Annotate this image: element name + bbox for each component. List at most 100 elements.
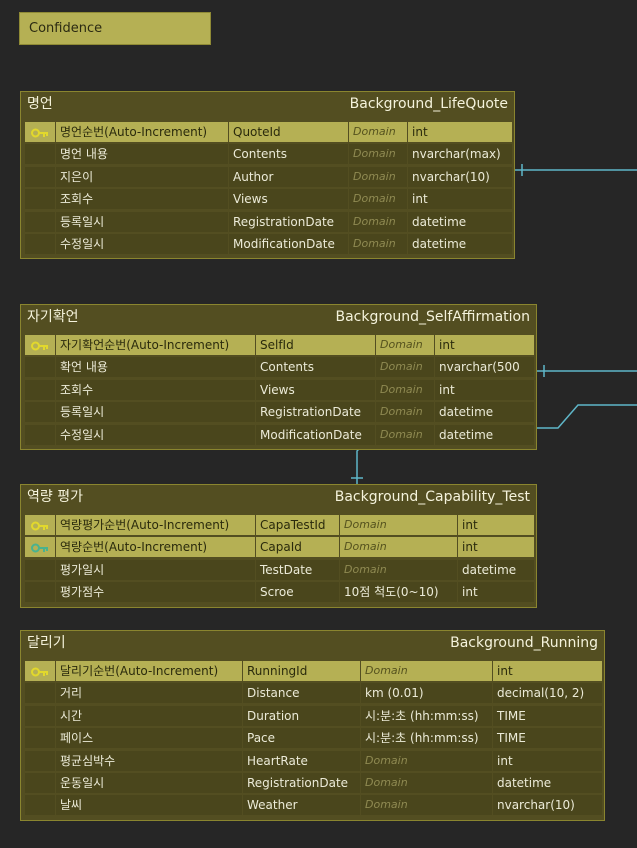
key-cell [25,750,55,771]
attribute-logical-name: 시간 [56,705,242,726]
attribute-row[interactable]: 조회수 Views Domain int [25,379,534,401]
attribute-domain: Domain [361,661,492,681]
attribute-row[interactable]: 등록일시 RegistrationDate Domain datetime [25,211,512,233]
attribute-row[interactable]: 운동일시 RegistrationDate Domain datetime [25,772,602,794]
attribute-row[interactable]: 날씨 Weather Domain nvarchar(10) [25,794,602,816]
foreign-key-cell [25,537,55,558]
attribute-domain: Domain [349,122,407,142]
attribute-logical-name: 역량순번(Auto-Increment) [56,537,255,558]
entity-table-name: Background_SelfAffirmation [335,309,531,325]
attribute-list: 달리기순번(Auto-Increment) RunningId Domain i… [25,660,602,817]
attribute-physical-name: HeartRate [243,750,360,771]
attribute-physical-name: Views [256,379,375,400]
attribute-logical-name: 수정일시 [56,233,228,254]
attribute-type: datetime [435,402,534,423]
attribute-row[interactable]: 거리 Distance km (0.01) decimal(10, 2) [25,682,602,704]
entity-running[interactable]: 달리기 Background_Running 달리기순번(Auto-Increm… [20,630,605,821]
attribute-row[interactable]: 역량평가순번(Auto-Increment) CapaTestId Domain… [25,514,534,536]
attribute-logical-name: 등록일시 [56,211,228,232]
key-cell [25,357,55,378]
entity-header: 달리기 Background_Running [21,631,604,655]
attribute-physical-name: Author [229,166,348,187]
key-cell [25,582,55,603]
entity-lifequote[interactable]: 명언 Background_LifeQuote 명언순번(Auto-Increm… [20,91,515,259]
key-icon [31,667,48,676]
attribute-physical-name: RegistrationDate [256,402,375,423]
attribute-domain: Domain [376,402,434,423]
key-cell [25,728,55,749]
attribute-list: 자기확언순번(Auto-Increment) SelfId Domain int… [25,334,534,446]
attribute-domain: Domain [340,559,457,580]
attribute-row[interactable]: 시간 Duration 시:분:초 (hh:mm:ss) TIME [25,705,602,727]
attribute-domain: Domain [376,379,434,400]
attribute-row[interactable]: 역량순번(Auto-Increment) CapaId Domain int [25,536,534,558]
attribute-type: datetime [435,424,534,445]
attribute-physical-name: Contents [229,144,348,165]
attribute-row[interactable]: 페이스 Pace 시:분:초 (hh:mm:ss) TIME [25,727,602,749]
key-cell [25,211,55,232]
attribute-row[interactable]: 평가점수 Scroe 10점 척도(0~10) int [25,581,534,603]
attribute-logical-name: 명언 내용 [56,144,228,165]
attribute-row[interactable]: 자기확언순번(Auto-Increment) SelfId Domain int [25,334,534,356]
attribute-domain: Domain [349,211,407,232]
attribute-type: int [435,379,534,400]
attribute-row[interactable]: 달리기순번(Auto-Increment) RunningId Domain i… [25,660,602,682]
attribute-type: nvarchar(10) [408,166,512,187]
attribute-row[interactable]: 명언순번(Auto-Increment) QuoteId Domain int [25,121,512,143]
attribute-logical-name: 조회수 [56,379,255,400]
attribute-type: datetime [458,559,534,580]
attribute-type: int [458,515,534,535]
attribute-row[interactable]: 조회수 Views Domain int [25,188,512,210]
attribute-row[interactable]: 등록일시 RegistrationDate Domain datetime [25,401,534,423]
attribute-physical-name: QuoteId [229,122,348,142]
key-cell [25,559,55,580]
attribute-logical-name: 평가일시 [56,559,255,580]
attribute-physical-name: RegistrationDate [243,772,360,793]
attribute-row[interactable]: 확언 내용 Contents Domain nvarchar(500 [25,356,534,378]
attribute-row[interactable]: 수정일시 ModificationDate Domain datetime [25,424,534,446]
entity-selfaffirmation[interactable]: 자기확언 Background_SelfAffirmation 자기확언순번(A… [20,304,537,450]
attribute-logical-name: 날씨 [56,795,242,816]
key-icon [31,341,48,350]
attribute-domain: Domain [376,335,434,355]
attribute-logical-name: 조회수 [56,189,228,210]
attribute-type: TIME [493,705,602,726]
key-cell [25,189,55,210]
attribute-row[interactable]: 명언 내용 Contents Domain nvarchar(max) [25,143,512,165]
attribute-type: int [408,189,512,210]
attribute-domain: Domain [349,144,407,165]
attribute-row[interactable]: 평균심박수 HeartRate Domain int [25,750,602,772]
primary-key-cell [25,122,55,142]
key-icon [31,128,48,137]
primary-key-cell [25,661,55,681]
attribute-domain: 10점 척도(0~10) [340,582,457,603]
entity-capability-test[interactable]: 역량 평가 Background_Capability_Test 역량평가순번(… [20,484,537,608]
attribute-logical-name: 명언순번(Auto-Increment) [56,122,228,142]
key-cell [25,705,55,726]
attribute-domain: Domain [361,750,492,771]
attribute-logical-name: 평균심박수 [56,750,242,771]
attribute-row[interactable]: 지은이 Author Domain nvarchar(10) [25,166,512,188]
attribute-row[interactable]: 수정일시 ModificationDate Domain datetime [25,233,512,255]
attribute-domain: Domain [361,795,492,816]
attribute-logical-name: 평가점수 [56,582,255,603]
attribute-row[interactable]: 평가일시 TestDate Domain datetime [25,559,534,581]
attribute-type: datetime [493,772,602,793]
attribute-logical-name: 확언 내용 [56,357,255,378]
attribute-physical-name: CapaId [256,537,339,558]
attribute-type: decimal(10, 2) [493,683,602,704]
attribute-logical-name: 달리기순번(Auto-Increment) [56,661,242,681]
key-cell [25,402,55,423]
attribute-physical-name: Weather [243,795,360,816]
key-icon [31,521,48,530]
entity-name: 자기확언 [27,309,79,325]
attribute-domain: Domain [376,424,434,445]
attribute-type: nvarchar(500 [435,357,534,378]
attribute-domain: 시:분:초 (hh:mm:ss) [361,728,492,749]
attribute-logical-name: 역량평가순번(Auto-Increment) [56,515,255,535]
key-cell [25,772,55,793]
key-cell [25,424,55,445]
entity-table-name: Background_LifeQuote [349,96,508,112]
attribute-list: 역량평가순번(Auto-Increment) CapaTestId Domain… [25,514,534,604]
attribute-type: int [493,661,602,681]
